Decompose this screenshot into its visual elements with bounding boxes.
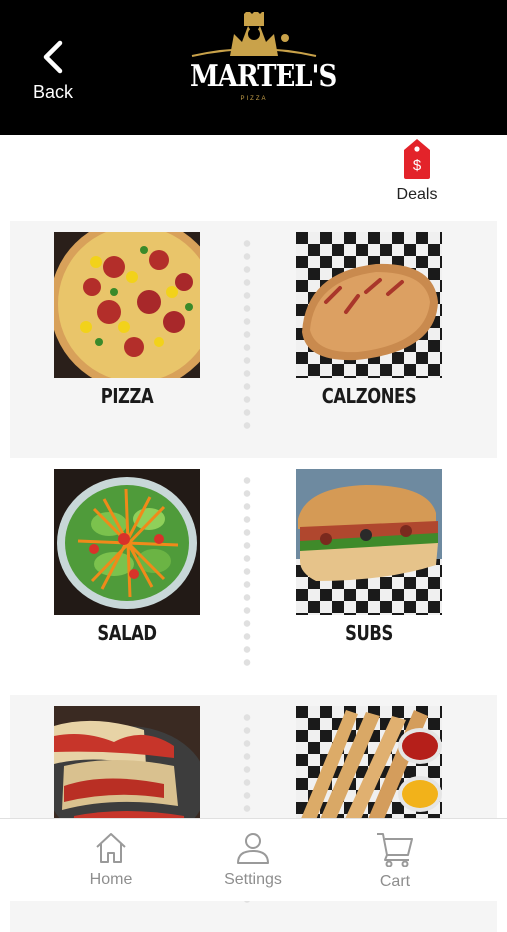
tab-settings[interactable]: Settings [198,831,308,889]
bottom-tab-bar: Home Settings Cart [0,818,507,901]
brand-logo: MARTEL'S PIZZA [190,12,337,108]
tab-label-home: Home [89,871,133,888]
home-icon [96,833,126,863]
back-button[interactable]: Back [28,40,78,106]
tab-label-settings: Settings [224,871,282,888]
category-label-calzones: CALZONES [321,384,417,408]
tab-home[interactable]: Home [56,831,166,889]
category-label-pizza: PIZZA [100,384,154,408]
category-row: PIZZA CALZONES [10,221,497,458]
user-icon [237,833,269,864]
category-row: SALAD SUBS [10,458,497,695]
app-header: Back MARTEL'S PIZZA [0,0,507,135]
chevron-left-icon [43,40,63,74]
deals-label: Deals [396,186,438,203]
calzone-photo [296,232,442,378]
category-label-subs: SUBS [345,621,393,645]
category-label-salad: SALAD [97,621,157,645]
price-tag-icon: $ [404,139,430,179]
category-calzones[interactable]: CALZONES [296,232,442,408]
category-pizza[interactable]: PIZZA [54,232,200,408]
tab-label-cart: Cart [379,873,411,890]
sub-sandwich-photo [296,469,442,615]
category-subs[interactable]: SUBS [296,469,442,645]
tab-cart[interactable]: Cart [340,831,450,891]
deals-button[interactable]: $ Deals [392,138,442,214]
category-salad[interactable]: SALAD [54,469,200,645]
back-label: Back [32,82,74,102]
logo-wordmark: MARTEL'S [190,59,337,95]
pizza-photo [54,232,200,378]
cart-icon [377,833,413,867]
divider-dots [242,237,252,432]
deals-icon-glyph: $ [413,157,422,174]
logo-subtitle: PIZZA [240,96,268,102]
divider-dots [242,474,252,669]
salad-photo [54,469,200,615]
